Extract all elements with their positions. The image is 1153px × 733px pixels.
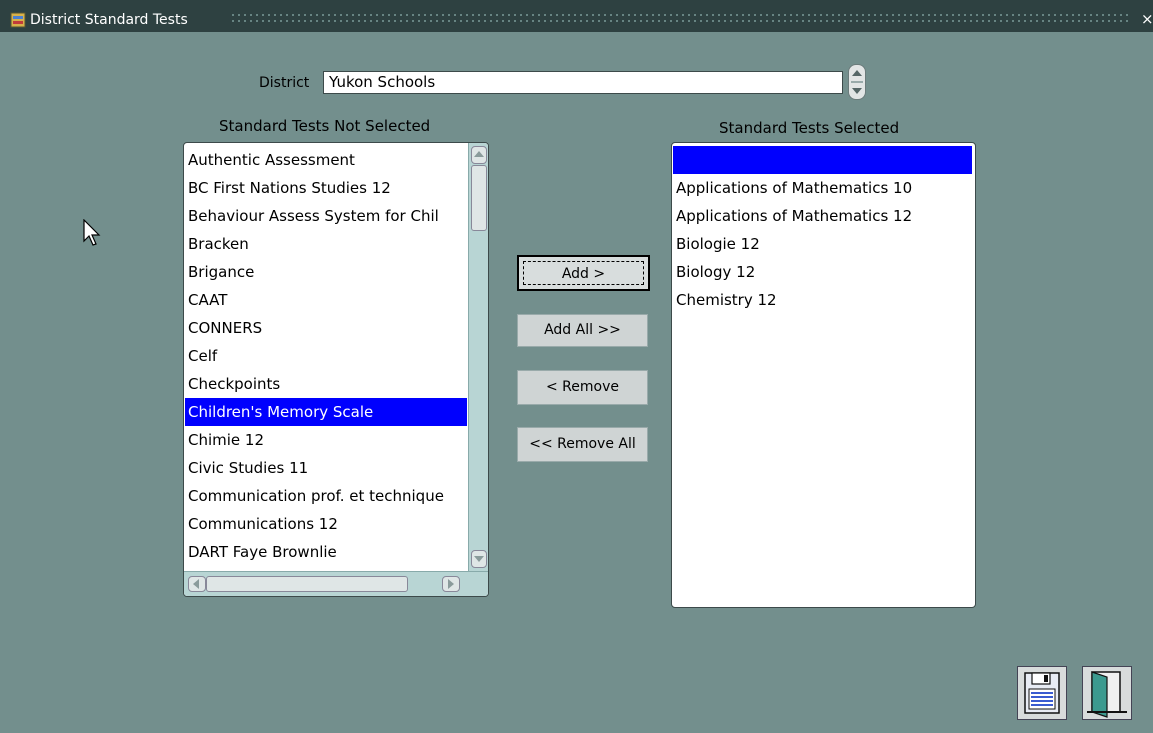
list-item[interactable]: Chimie 12 bbox=[188, 426, 466, 454]
scroll-up-icon[interactable] bbox=[471, 146, 487, 164]
spinner-up-icon[interactable] bbox=[852, 70, 862, 76]
list-item-selected[interactable]: Children's Memory Scale bbox=[185, 398, 467, 426]
vertical-scrollbar[interactable] bbox=[468, 143, 488, 571]
add-button-label: Add > bbox=[523, 261, 644, 285]
district-field[interactable]: Yukon Schools bbox=[323, 71, 843, 94]
list-item[interactable]: Brigance bbox=[188, 258, 466, 286]
district-standard-tests-window: District Standard Tests × District Yukon… bbox=[0, 0, 1153, 733]
list-item[interactable]: CONNERS bbox=[188, 314, 466, 342]
list-item[interactable]: DART Faye Brownlie bbox=[188, 538, 466, 566]
list-item[interactable]: Bracken bbox=[188, 230, 466, 258]
title-bar: District Standard Tests × bbox=[0, 0, 1153, 32]
list-item[interactable]: Applications of Mathematics 12 bbox=[676, 202, 972, 230]
scroll-thumb[interactable] bbox=[471, 165, 487, 231]
list-item[interactable]: Biologie 12 bbox=[676, 230, 972, 258]
spinner-down-icon[interactable] bbox=[852, 88, 862, 94]
district-spinner[interactable] bbox=[848, 64, 866, 100]
list-item[interactable]: Communications 12 bbox=[188, 510, 466, 538]
scroll-right-icon[interactable] bbox=[442, 576, 460, 592]
exit-door-icon bbox=[1087, 671, 1127, 718]
list-item[interactable]: Authentic Assessment bbox=[188, 146, 466, 174]
remove-button[interactable]: < Remove bbox=[517, 370, 648, 405]
exit-button[interactable] bbox=[1082, 666, 1132, 720]
list-item[interactable]: CAAT bbox=[188, 286, 466, 314]
selected-header: Standard Tests Selected bbox=[719, 119, 900, 137]
window-title: District Standard Tests bbox=[30, 12, 188, 28]
add-all-button[interactable]: Add All >> bbox=[517, 314, 648, 347]
list-item-selected[interactable] bbox=[673, 146, 972, 174]
close-icon[interactable]: × bbox=[1141, 10, 1153, 28]
title-bar-pattern bbox=[230, 12, 1130, 26]
scroll-left-icon[interactable] bbox=[188, 576, 206, 592]
horizontal-scrollbar[interactable] bbox=[184, 571, 488, 596]
list-item[interactable]: Behaviour Assess System for Chil bbox=[188, 202, 466, 230]
spinner-grip-icon bbox=[851, 81, 863, 83]
save-button[interactable] bbox=[1017, 666, 1067, 720]
save-icon bbox=[1024, 672, 1060, 714]
mouse-cursor-icon bbox=[83, 219, 101, 246]
list-item[interactable]: Biology 12 bbox=[676, 258, 972, 286]
app-icon bbox=[10, 12, 26, 28]
list-item[interactable]: Communication prof. et technique bbox=[188, 482, 466, 510]
district-label: District bbox=[259, 75, 310, 91]
scroll-thumb-horizontal[interactable] bbox=[206, 576, 408, 592]
list-item[interactable]: Applications of Mathematics 10 bbox=[676, 174, 972, 202]
selected-list[interactable]: Applications of Mathematics 10 Applicati… bbox=[671, 142, 976, 608]
remove-all-button[interactable]: << Remove All bbox=[517, 427, 648, 462]
add-button[interactable]: Add > bbox=[517, 255, 650, 291]
list-item[interactable]: Celf bbox=[188, 342, 466, 370]
not-selected-header: Standard Tests Not Selected bbox=[219, 117, 431, 135]
list-item[interactable]: BC First Nations Studies 12 bbox=[188, 174, 466, 202]
scroll-down-icon[interactable] bbox=[471, 550, 487, 568]
list-item[interactable]: Checkpoints bbox=[188, 370, 466, 398]
not-selected-list[interactable]: Authentic Assessment BC First Nations St… bbox=[183, 142, 489, 597]
list-item[interactable]: Chemistry 12 bbox=[676, 286, 972, 314]
list-item[interactable]: Civic Studies 11 bbox=[188, 454, 466, 482]
